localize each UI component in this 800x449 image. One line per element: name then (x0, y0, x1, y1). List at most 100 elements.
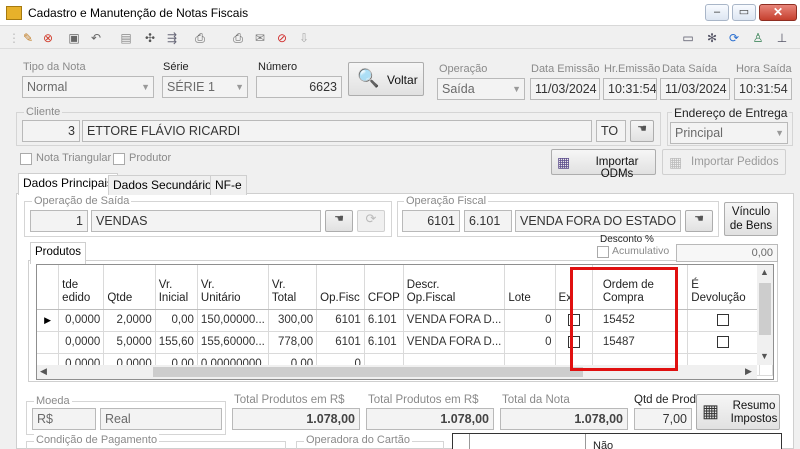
export-icon[interactable]: ⇶ (164, 30, 180, 46)
table-cell[interactable]: 150,00000... (197, 309, 269, 332)
scroll-up-icon[interactable]: ▲ (760, 267, 769, 277)
operacao-saida-code[interactable]: 1 (30, 210, 88, 232)
table-cell[interactable]: 0,00 (155, 309, 198, 332)
total-produtos-field[interactable]: 1.078,00 (232, 408, 360, 430)
data-emissao-field[interactable]: 11/03/2024 (530, 78, 600, 100)
column-header[interactable]: Vr. Unitário (197, 265, 269, 310)
pin-icon[interactable]: ⊥ (774, 30, 790, 46)
cliente-search-button[interactable]: ☚ (630, 120, 654, 142)
cancel-icon[interactable]: ⊗ (40, 30, 56, 46)
user-icon[interactable]: ♙ (750, 30, 766, 46)
tab-nfe[interactable]: NF-e (210, 175, 247, 195)
tipo-nota-select[interactable]: Normal ▼ (22, 76, 154, 98)
devolucao-checkbox[interactable] (717, 335, 730, 348)
table-cell[interactable]: 0 (504, 331, 556, 354)
table-cell[interactable]: 0 (504, 309, 556, 332)
total-nota-field[interactable]: 1.078,00 (500, 408, 628, 430)
endereco-select[interactable]: Principal ▼ (670, 122, 788, 144)
total-produtos2-field[interactable]: 1.078,00 (366, 408, 494, 430)
table-cell[interactable]: 5,0000 (103, 331, 156, 354)
nota-triangular-checkbox[interactable] (20, 153, 32, 165)
moeda-name-field[interactable]: Real (100, 408, 222, 430)
table-cell[interactable]: 6101 (316, 309, 365, 332)
scroll-right-icon[interactable]: ▶ (745, 366, 752, 377)
cliente-code-field[interactable]: 3 (22, 120, 80, 142)
scroll-down-icon[interactable]: ▼ (760, 351, 769, 361)
importar-pedidos-button[interactable]: ▦ Importar Pedidos (662, 149, 786, 175)
column-header[interactable]: Op.Fisc (316, 265, 365, 310)
tab-dados-principais[interactable]: Dados Principais (18, 173, 119, 195)
column-header[interactable]: CFOP (364, 265, 404, 310)
table-cell[interactable]: 300,00 (268, 309, 318, 332)
devolucao-checkbox[interactable] (717, 313, 730, 326)
settings-icon[interactable]: ✻ (704, 30, 720, 46)
scroll-left-icon[interactable]: ◀ (40, 366, 47, 377)
serie-select[interactable]: SÉRIE 1 ▼ (162, 76, 248, 98)
operacao-fiscal-code[interactable]: 6101 (402, 210, 460, 232)
column-header[interactable]: Vr. Total (268, 265, 318, 310)
desconto-field[interactable]: 0,00 (676, 244, 778, 262)
download-icon[interactable]: ⇩ (296, 30, 312, 46)
resumo-impostos-button[interactable]: ▦ Resumo Impostos (696, 394, 780, 430)
operacao-saida-search-button[interactable]: ☚ (325, 210, 353, 232)
table-cell[interactable]: 2,0000 (103, 309, 156, 332)
operacao-saida-refresh-button[interactable]: ⟳ (357, 210, 385, 232)
cliente-uf-field[interactable]: TO (596, 120, 626, 142)
column-header[interactable]: tde edido (58, 265, 105, 310)
column-header[interactable]: Vr. Inicial (155, 265, 198, 310)
table-cell[interactable]: VENDA FORA D... (403, 331, 506, 354)
qtd-prod-field[interactable]: 7,00 (634, 408, 692, 430)
refresh-icon[interactable]: ⟳ (726, 30, 742, 46)
hora-saida-field[interactable]: 10:31:54 (734, 78, 792, 100)
block-icon[interactable]: ⊘ (274, 30, 290, 46)
table-cell[interactable]: 6.101 (364, 309, 404, 332)
operacao-select[interactable]: Saída ▼ (437, 78, 525, 100)
table-cell[interactable]: 6101 (316, 331, 365, 354)
column-header[interactable]: Lote (504, 265, 556, 310)
data-saida-field[interactable]: 11/03/2024 (660, 78, 730, 100)
column-header[interactable]: Qtde (103, 265, 156, 310)
moeda-code-field[interactable]: R$ (32, 408, 96, 430)
importar-odms-button[interactable]: ▦ Importar ODMs (551, 149, 656, 180)
document-icon[interactable]: ▤ (118, 30, 134, 46)
monitor-icon[interactable]: ▭ (680, 30, 696, 46)
scrollbar-thumb[interactable] (759, 283, 771, 335)
operacao-saida-name[interactable]: VENDAS (91, 210, 321, 232)
maximize-button[interactable]: ▭ (732, 4, 756, 21)
table-cell[interactable]: 155,60000... (197, 331, 269, 354)
tab-dados-secundarios[interactable]: Dados Secundários (108, 175, 223, 195)
table-cell[interactable]: VENDA FORA D... (403, 309, 506, 332)
table-cell[interactable]: 778,00 (268, 331, 318, 354)
tools-icon[interactable]: ✣ (142, 30, 158, 46)
scrollbar-thumb[interactable] (153, 367, 583, 377)
print-icon[interactable]: ⎙ (192, 30, 208, 46)
save-icon[interactable]: ▣ (66, 30, 82, 46)
voltar-button[interactable]: 🔍 Voltar (348, 62, 424, 96)
vertical-scrollbar[interactable]: ▲ ▼ (757, 265, 773, 365)
total-produtos-label: Total Produtos em R$ (234, 394, 345, 406)
close-button[interactable]: ✕ (759, 4, 797, 21)
table-cell[interactable]: 155,60 (155, 331, 198, 354)
column-header[interactable]: Descr. Op.Fiscal (403, 265, 506, 310)
numero-field[interactable]: 6623 (256, 76, 342, 98)
operacao-fiscal-search-button[interactable]: ☚ (685, 210, 713, 232)
tab-produtos[interactable]: Produtos (30, 242, 87, 264)
operacao-fiscal-cfop[interactable]: 6.101 (464, 210, 512, 232)
column-header[interactable]: É Devolução (687, 265, 760, 310)
cliente-name-field[interactable]: ETTORE FLÁVIO RICARDI (82, 120, 592, 142)
undo-icon[interactable]: ↶ (88, 30, 104, 46)
devolucao-checkbox-cell[interactable] (687, 309, 760, 332)
table-cell[interactable]: 0,0000 (58, 309, 105, 332)
email-icon[interactable]: ✉ (252, 30, 268, 46)
print2-icon[interactable]: ⎙ (230, 30, 246, 46)
edit-icon[interactable]: ✎ (20, 30, 36, 46)
table-cell[interactable]: 0,0000 (58, 331, 105, 354)
devolucao-checkbox-cell[interactable] (687, 331, 760, 354)
produtor-checkbox[interactable] (113, 153, 125, 165)
minimize-button[interactable]: – (705, 4, 729, 21)
table-cell[interactable]: 6.101 (364, 331, 404, 354)
vinculo-bens-button[interactable]: Vínculo de Bens (724, 202, 778, 236)
acumulativo-checkbox[interactable] (597, 246, 609, 258)
operacao-fiscal-name[interactable]: VENDA FORA DO ESTADO (515, 210, 681, 232)
hr-emissao-field[interactable]: 10:31:54 (603, 78, 657, 100)
